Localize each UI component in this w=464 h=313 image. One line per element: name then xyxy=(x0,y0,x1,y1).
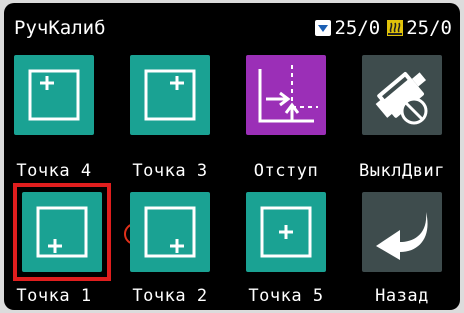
heater-icon xyxy=(386,19,404,37)
point-bottom-left-icon xyxy=(36,206,88,258)
point-bottom-right-icon xyxy=(144,206,196,258)
motors-off-icon xyxy=(375,71,428,125)
point-1-label: Точка 1 xyxy=(16,286,92,306)
point-top-right-icon xyxy=(144,69,196,121)
point-center-icon xyxy=(260,206,312,258)
page-title: РучКалиб xyxy=(14,17,106,39)
offset-label: Отступ xyxy=(253,161,319,181)
back-arrow-icon xyxy=(376,212,428,260)
offset-icon xyxy=(258,65,318,123)
offset-button[interactable] xyxy=(246,55,326,135)
point-1-button[interactable] xyxy=(22,192,102,272)
nozzle-temperature: 25/0 xyxy=(406,17,452,39)
back-label: Назад xyxy=(375,286,429,306)
point-top-left-icon xyxy=(28,69,80,121)
point-4-label: Точка 4 xyxy=(16,161,92,181)
printer-screen: РучКалиб 25/0 25/0 Точка 4 Точка 3 Отсту… xyxy=(4,3,460,310)
motors-off-button[interactable] xyxy=(362,55,442,135)
bed-heater-icon xyxy=(314,19,332,37)
point-4-button[interactable] xyxy=(14,55,94,135)
point-5-label: Точка 5 xyxy=(248,286,324,306)
temperature-status: 25/0 25/0 xyxy=(314,17,452,39)
point-5-button[interactable] xyxy=(246,192,326,272)
back-button[interactable] xyxy=(362,192,442,272)
point-2-label: Точка 2 xyxy=(132,286,208,306)
point-3-button[interactable] xyxy=(130,55,210,135)
bed-temperature: 25/0 xyxy=(334,17,381,39)
motors-off-label: ВыклДвиг xyxy=(359,161,445,181)
point-2-button[interactable] xyxy=(130,192,210,272)
point-3-label: Точка 3 xyxy=(132,161,208,181)
